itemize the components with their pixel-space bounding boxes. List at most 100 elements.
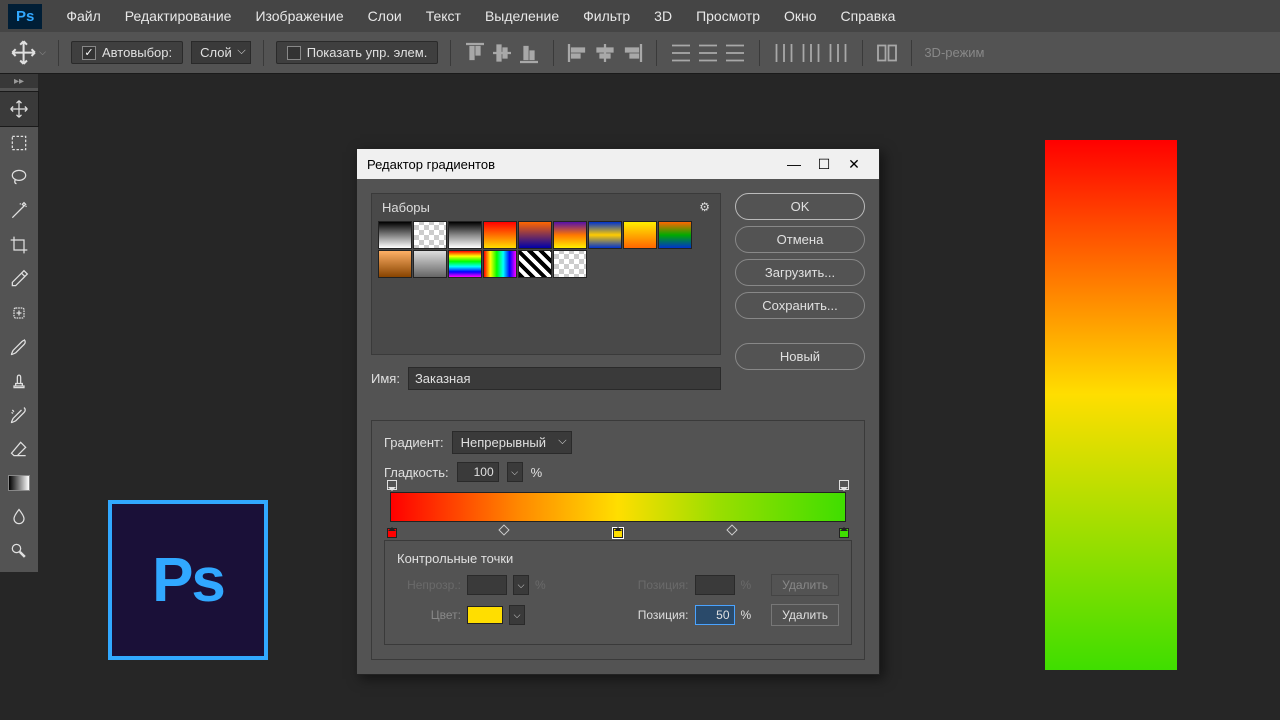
distribute-vcenter-icon[interactable] [696, 41, 720, 65]
menu-text[interactable]: Текст [414, 8, 473, 24]
gradient-tool[interactable] [0, 466, 38, 500]
healing-brush-tool[interactable] [0, 296, 38, 330]
distribute-group-1 [669, 41, 747, 65]
move-tool[interactable] [0, 92, 38, 126]
options-bar: ⌵ Автовыбор: Слой Показать упр. элем. 3D… [0, 32, 1280, 74]
distribute-group-2 [772, 41, 850, 65]
autoselect-target-select[interactable]: Слой [191, 41, 251, 64]
align-hcenter-icon[interactable] [593, 41, 617, 65]
preset-swatch[interactable] [448, 250, 482, 278]
preset-swatch[interactable] [658, 221, 692, 249]
color-stop[interactable] [839, 528, 849, 538]
menu-3d[interactable]: 3D [642, 8, 684, 24]
percent-label: % [741, 578, 752, 592]
mode-3d-label[interactable]: 3D-режим [924, 45, 984, 60]
close-icon[interactable]: ✕ [839, 150, 869, 178]
color-position-input[interactable] [695, 605, 735, 625]
gradient-preview-bar[interactable] [390, 492, 846, 522]
show-transform-label: Показать упр. элем. [307, 45, 428, 60]
clone-stamp-tool[interactable] [0, 364, 38, 398]
new-button[interactable]: Новый [735, 343, 865, 370]
preset-swatch[interactable] [483, 221, 517, 249]
opacity-stop[interactable] [387, 480, 397, 490]
preset-swatch[interactable] [553, 250, 587, 278]
midpoint-stop[interactable] [726, 524, 737, 535]
maximize-icon[interactable]: ☐ [809, 150, 839, 178]
preset-swatch[interactable] [448, 221, 482, 249]
save-button[interactable]: Сохранить... [735, 292, 865, 319]
marquee-tool[interactable] [0, 126, 38, 160]
opacity-stop[interactable] [839, 480, 849, 490]
distribute-bottom-icon[interactable] [723, 41, 747, 65]
preset-swatch[interactable] [413, 250, 447, 278]
preset-swatch[interactable] [378, 221, 412, 249]
load-button[interactable]: Загрузить... [735, 259, 865, 286]
menu-edit[interactable]: Редактирование [113, 8, 244, 24]
menu-filter[interactable]: Фильтр [571, 8, 642, 24]
gradient-type-select[interactable]: Непрерывный [452, 431, 572, 454]
smoothness-input[interactable] [457, 462, 499, 482]
menu-window[interactable]: Окно [772, 8, 829, 24]
preset-swatch[interactable] [413, 221, 447, 249]
minimize-icon[interactable]: — [779, 150, 809, 178]
cancel-button[interactable]: Отмена [735, 226, 865, 253]
menu-image[interactable]: Изображение [243, 8, 355, 24]
opacity-position-input [695, 575, 735, 595]
gradient-name-input[interactable] [408, 367, 721, 390]
show-transform-checkbox[interactable]: Показать упр. элем. [276, 41, 439, 64]
menu-select[interactable]: Выделение [473, 8, 571, 24]
eraser-tool[interactable] [0, 432, 38, 466]
preset-swatch[interactable] [518, 250, 552, 278]
chevron-down-icon[interactable]: ⌵ [509, 605, 525, 625]
color-stop[interactable] [387, 528, 397, 538]
canvas-gradient-preview [1045, 140, 1177, 670]
preset-swatch[interactable] [518, 221, 552, 249]
preset-swatch[interactable] [623, 221, 657, 249]
presets-grid [378, 221, 714, 278]
align-bottom-icon[interactable] [517, 41, 541, 65]
gear-icon[interactable]: ⚙ [699, 200, 710, 215]
gradient-bar-editor[interactable] [390, 492, 846, 522]
history-brush-tool[interactable] [0, 398, 38, 432]
checkbox-icon[interactable] [287, 46, 301, 60]
current-tool-icon[interactable]: ⌵ [10, 38, 46, 68]
distribute-right-icon[interactable] [826, 41, 850, 65]
blur-tool[interactable] [0, 500, 38, 534]
dodge-tool[interactable] [0, 534, 38, 568]
ok-button[interactable]: OK [735, 193, 865, 220]
color-swatch[interactable] [467, 606, 503, 624]
align-vcenter-icon[interactable] [490, 41, 514, 65]
smoothness-label: Гладкость: [384, 465, 449, 480]
delete-color-button[interactable]: Удалить [771, 604, 839, 626]
chevron-down-icon: ⌵ [513, 575, 529, 595]
preset-swatch[interactable] [378, 250, 412, 278]
autoselect-checkbox[interactable]: Автовыбор: [71, 41, 183, 64]
crop-tool[interactable] [0, 228, 38, 262]
preset-swatch[interactable] [483, 250, 517, 278]
menu-layers[interactable]: Слои [356, 8, 414, 24]
magic-wand-tool[interactable] [0, 194, 38, 228]
lasso-tool[interactable] [0, 160, 38, 194]
toolbox-collapse-icon[interactable]: ▸▸ [0, 74, 38, 88]
midpoint-stop[interactable] [498, 524, 509, 535]
presets-label: Наборы [382, 200, 430, 215]
preset-swatch[interactable] [553, 221, 587, 249]
align-left-icon[interactable] [566, 41, 590, 65]
menu-file[interactable]: Файл [54, 8, 112, 24]
preset-swatch[interactable] [588, 221, 622, 249]
eyedropper-tool[interactable] [0, 262, 38, 296]
distribute-top-icon[interactable] [669, 41, 693, 65]
name-label: Имя: [371, 371, 400, 386]
color-stop-selected[interactable] [613, 528, 623, 538]
menu-view[interactable]: Просмотр [684, 8, 772, 24]
align-right-icon[interactable] [620, 41, 644, 65]
dialog-titlebar[interactable]: Редактор градиентов — ☐ ✕ [357, 149, 879, 179]
checkbox-icon[interactable] [82, 46, 96, 60]
distribute-left-icon[interactable] [772, 41, 796, 65]
distribute-hcenter-icon[interactable] [799, 41, 823, 65]
align-top-icon[interactable] [463, 41, 487, 65]
auto-align-icon[interactable] [875, 41, 899, 65]
menu-help[interactable]: Справка [829, 8, 908, 24]
brush-tool[interactable] [0, 330, 38, 364]
chevron-down-icon[interactable]: ⌵ [507, 462, 523, 482]
